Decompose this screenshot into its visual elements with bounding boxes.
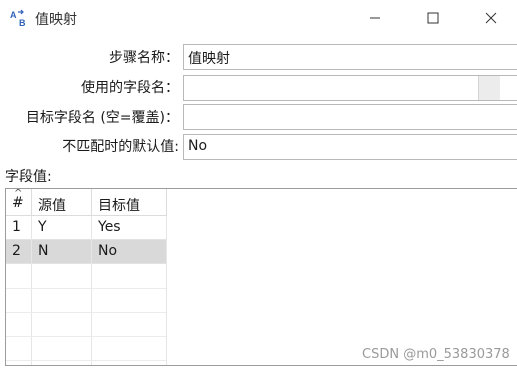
table-row-num[interactable]: 2: [6, 240, 32, 264]
field-to-use-label: 使用的字段名：: [81, 80, 179, 96]
window-title: 值映射: [35, 12, 77, 28]
table-cell-source[interactable]: Y: [32, 216, 92, 240]
minimize-button[interactable]: [352, 0, 398, 36]
grid-line: [6, 360, 166, 361]
svg-text:A: A: [10, 10, 17, 20]
close-icon: [485, 12, 497, 24]
close-button[interactable]: [468, 0, 514, 36]
table-row-num[interactable]: 1: [6, 216, 32, 240]
grid-line: [91, 216, 92, 365]
grid-line: [31, 216, 32, 365]
value-mapper-icon: A B: [9, 8, 29, 28]
default-value-label: 不匹配时的默认值:: [62, 139, 179, 155]
minimize-icon: [370, 17, 380, 19]
title-bar: A B 值映射: [0, 0, 517, 36]
target-field-label: 目标字段名 (空=覆盖)：: [25, 110, 179, 126]
column-header-num[interactable]: ^ #: [6, 189, 32, 216]
field-to-use-combo[interactable]: [183, 75, 517, 101]
dropdown-button[interactable]: [478, 76, 500, 100]
grid-line: [6, 288, 166, 289]
table-cell-target[interactable]: No: [92, 240, 167, 264]
column-header-source[interactable]: 源值: [32, 189, 92, 216]
table-cell-source[interactable]: N: [32, 240, 92, 264]
step-name-label: 步骤名称：: [109, 50, 179, 66]
field-values-label: 字段值:: [5, 169, 52, 185]
grid-line: [6, 312, 166, 313]
svg-text:B: B: [19, 18, 26, 28]
maximize-icon: [427, 12, 439, 24]
maximize-button[interactable]: [410, 0, 456, 36]
grid-line: [6, 336, 166, 337]
sort-indicator-icon: ^: [14, 188, 23, 199]
field-values-table[interactable]: ^ # 源值 目标值 1 Y Yes 2 N No: [5, 188, 517, 366]
watermark: CSDN @m0_53830378: [362, 347, 510, 362]
column-header-target[interactable]: 目标值: [92, 189, 167, 216]
step-name-field[interactable]: 值映射: [183, 44, 517, 70]
table-cell-target[interactable]: Yes: [92, 216, 167, 240]
grid-line: [166, 216, 167, 365]
target-field-input[interactable]: [183, 104, 517, 130]
default-value-input[interactable]: No: [183, 134, 517, 160]
